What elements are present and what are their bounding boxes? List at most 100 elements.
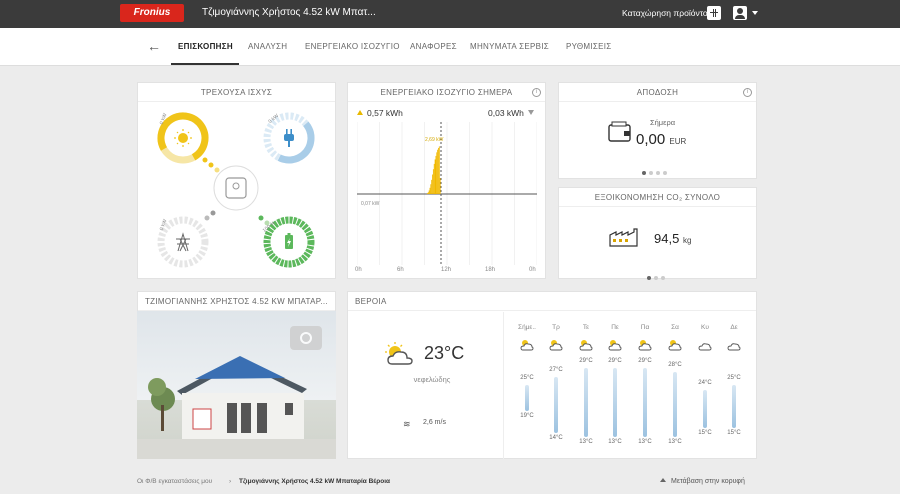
card-title: ΤΖΙΜΟΓΙΑΝΝΗΣ ΧΡΗΣΤΟΣ 4.52 KW ΜΠΑΤΑΡ... [138, 292, 335, 311]
co2-value: 94,5 kg [654, 231, 692, 246]
forecast-day: Τε [582, 324, 590, 331]
x-tick-label: 0h [529, 267, 536, 273]
x-tick-label: 18h [485, 267, 496, 273]
forecast-low: 15°C [698, 430, 712, 437]
tab-settings[interactable]: ΡΥΘΜΙΣΕΙΣ [566, 42, 611, 51]
triangle-down-icon [527, 110, 534, 115]
chart-bar [427, 193, 428, 194]
top-bar: Fronius Τζιμογιάννης Χρήστος 4.52 kW Μπα… [0, 0, 900, 28]
breadcrumb-separator: › [229, 478, 232, 485]
forecast-range-bar [525, 385, 529, 412]
forecast-range-bar [643, 367, 647, 438]
forecast-day: Τρ [552, 324, 560, 331]
forecast-range-bar [613, 367, 617, 438]
back-to-top-link[interactable]: Μετάβαση στην κορυφή [660, 478, 745, 485]
register-product-link[interactable]: Καταχώρηση προϊόντος [622, 8, 712, 18]
fronius-logo[interactable]: Fronius [120, 4, 184, 22]
chart-bar [437, 149, 439, 194]
forecast-day: Σήμε.. [518, 324, 536, 331]
card-title: ΤΡΕΧΟΥΣΑ ΙΣΧΥΣ [138, 83, 335, 102]
chart-bar [432, 174, 433, 194]
partly-cloudy-icon [549, 338, 563, 351]
forecast-high: 27°C [549, 366, 563, 373]
weather-temperature: 23°C [424, 343, 465, 363]
info-icon[interactable]: i [532, 88, 541, 97]
tab-overview[interactable]: ΕΠΙΣΚΟΠΗΣΗ [178, 42, 233, 51]
chart-bar [438, 147, 439, 194]
chart-bar [435, 155, 437, 194]
base-label: 0,07 kW [361, 201, 380, 207]
energy-balance-chart [357, 122, 537, 265]
payback-today-label: Σήμερα [650, 118, 676, 127]
triangle-up-icon [357, 110, 363, 115]
tab-service-messages[interactable]: ΜΗΝΥΜΑΤΑ ΣΕΡΒΙΣ [470, 42, 549, 51]
inverter-icon [225, 177, 247, 199]
chevron-down-icon[interactable] [752, 11, 758, 15]
forecast-high: 25°C [520, 375, 534, 382]
forecast-range-bar [673, 372, 677, 438]
wind-icon: ≋ [403, 419, 411, 429]
x-tick-label: 0h [355, 267, 362, 273]
forecast-day: Κυ [701, 324, 709, 331]
forecast-high: 29°C [579, 357, 593, 364]
user-icon[interactable] [733, 6, 747, 20]
tab-energy-balance[interactable]: ΕΝΕΡΓΕΙΑΚΟ ΙΣΟΖΥΓΙΟ [305, 42, 400, 51]
forecast-range-bar [584, 367, 588, 438]
system-title[interactable]: Τζιμογιάννης Χρήστος 4.52 kW Μπατ... [202, 7, 376, 18]
weather-description: νεφελώδης [413, 375, 451, 384]
forecast-day: Πα [640, 324, 650, 331]
arrow-up-icon [660, 478, 666, 482]
forecast-low: 13°C [579, 439, 593, 446]
chart-bar [439, 178, 441, 194]
info-icon[interactable]: i [743, 88, 752, 97]
tab-analysis[interactable]: ΑΝΑΛΥΣΗ [248, 42, 287, 51]
peak-label: 2,69 kW [425, 137, 444, 143]
co2-pager[interactable] [647, 267, 668, 280]
chart-bar [431, 179, 433, 194]
forecast-low: 13°C [668, 439, 682, 446]
chart-bar [438, 146, 440, 194]
sun-icon [174, 129, 192, 147]
consumed-legend: 0,03 kWh [488, 108, 534, 118]
camera-icon[interactable] [290, 326, 322, 350]
partly-cloudy-icon [668, 338, 682, 351]
forecast-range-bar [732, 385, 736, 429]
wind-speed: 2,6 m/s [423, 419, 446, 426]
pylon-icon [176, 232, 190, 252]
consumed-value: 0,03 kWh [488, 108, 524, 118]
x-tick-label: 12h [441, 267, 452, 273]
house-image [137, 311, 336, 459]
partly-cloudy-icon [385, 342, 413, 365]
wallet-icon [608, 121, 631, 142]
forecast-low: 13°C [608, 439, 622, 446]
payback-pager[interactable] [642, 162, 670, 175]
battery-icon [285, 233, 293, 249]
chart-bar [428, 190, 430, 194]
factory-icon [609, 228, 638, 247]
partly-cloudy-icon [698, 338, 712, 351]
chart-bar [429, 187, 431, 194]
register-grid-icon[interactable] [707, 6, 721, 20]
partly-cloudy-icon [579, 338, 593, 351]
tab-reports[interactable]: ΑΝΑΦΟΡΕΣ [410, 42, 457, 51]
forecast-range-bar [554, 376, 558, 433]
x-tick-label: 6h [397, 267, 404, 273]
plug-icon [284, 129, 294, 147]
partly-cloudy-icon [520, 338, 534, 351]
grid-ring-bg [157, 216, 209, 268]
chart-bar [434, 159, 436, 194]
forecast-high: 29°C [638, 357, 652, 364]
chart-bar [430, 184, 432, 194]
forecast-low: 19°C [520, 413, 534, 420]
forecast-day: Σα [671, 324, 679, 331]
forecast-range-bar [703, 389, 707, 429]
breadcrumb-current: Τζιμογιάννης Χρήστος 4.52 kW Μπαταρία Βέ… [239, 478, 390, 485]
forecast-low: 14°C [549, 434, 563, 441]
chart-bar [433, 163, 435, 194]
produced-value: 0,57 kWh [367, 108, 403, 118]
payback-value: 0,00 EUR [636, 131, 687, 148]
partly-cloudy-icon [638, 338, 652, 351]
back-arrow-icon[interactable]: ← [147, 38, 161, 54]
breadcrumb-root[interactable]: Οι Φ/Β εγκαταστάσεις μου [137, 478, 212, 485]
chart-bar [436, 152, 438, 194]
